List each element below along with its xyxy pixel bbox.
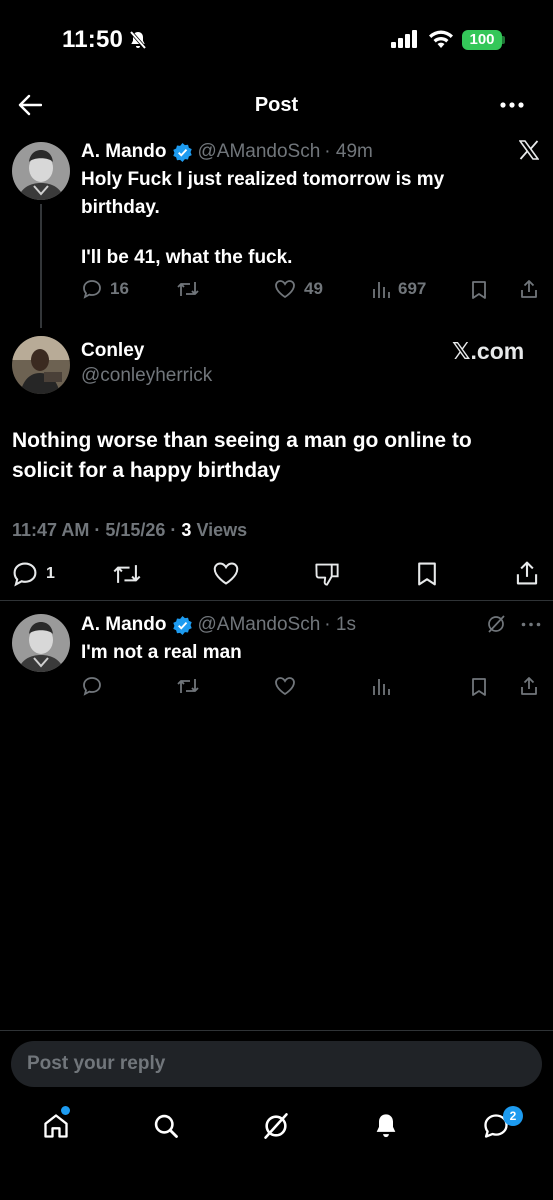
x-com-watermark: 𝕏.com — [452, 338, 525, 364]
tweet-line: birthday. — [81, 197, 160, 218]
tweet-line: Holy Fuck I just realized tomorrow is my — [81, 169, 445, 190]
tweet-time: · 49m — [324, 141, 373, 162]
more-options-icon[interactable] — [500, 102, 524, 108]
tweet-line: Nothing worse than seeing a man go onlin… — [12, 429, 472, 452]
heart-icon[interactable] — [274, 676, 296, 696]
heart-icon[interactable] — [212, 561, 240, 586]
author-name[interactable]: A. Mando — [81, 614, 167, 636]
bookmark-icon[interactable] — [470, 677, 488, 697]
home-notification-dot — [61, 1106, 70, 1115]
reply-count: 1 — [46, 565, 55, 582]
search-icon[interactable] — [152, 1112, 180, 1140]
bell-slash-icon — [128, 30, 148, 50]
grok-icon[interactable] — [262, 1112, 290, 1140]
author-handle[interactable]: @AMandoSch — [198, 141, 321, 163]
like-button[interactable]: 49 — [274, 279, 323, 299]
divider — [0, 1030, 553, 1031]
view-count: 697 — [398, 279, 427, 298]
battery-indicator: 100 — [462, 30, 502, 50]
home-icon[interactable] — [42, 1112, 70, 1140]
repost-icon — [177, 282, 199, 296]
quote-handle-row: @conleyherrick — [81, 365, 212, 387]
divider — [0, 600, 553, 601]
like-count: 49 — [304, 279, 323, 298]
bookmark-icon[interactable] — [415, 561, 439, 587]
reply-count: 16 — [110, 279, 129, 298]
reply-body: I'm not a real man — [81, 642, 242, 663]
quote-author-row: Conley — [81, 340, 144, 362]
analytics-icon[interactable] — [372, 676, 390, 696]
tweet-author-row: A. Mando @AMandoSch · 49m — [81, 141, 373, 163]
reply-placeholder: Post your reply — [27, 1053, 166, 1074]
post-views-count: 3 — [181, 520, 192, 540]
x-logo-icon — [519, 140, 539, 160]
tweet-line: solicit for a happy birthday — [12, 459, 281, 482]
share-icon[interactable] — [519, 279, 539, 299]
repost-icon[interactable] — [113, 562, 141, 586]
share-icon[interactable] — [514, 560, 540, 586]
verified-badge-icon — [172, 615, 192, 635]
main-tweet-body: Nothing worse than seeing a man go onlin… — [12, 426, 542, 486]
grok-icon[interactable] — [486, 614, 506, 634]
reply-input[interactable]: Post your reply — [11, 1041, 542, 1087]
views-button[interactable]: 697 — [372, 279, 426, 299]
reply-icon — [13, 562, 37, 587]
avatar[interactable] — [12, 142, 70, 200]
tweet-body: Holy Fuck I just realized tomorrow is my… — [81, 166, 521, 272]
tweet-time: · 1s — [324, 614, 356, 635]
tweet-spacer — [81, 222, 521, 244]
notifications-bell-icon[interactable] — [372, 1112, 400, 1140]
dislike-icon[interactable] — [314, 561, 340, 587]
status-time: 11:50 — [62, 26, 124, 53]
verified-badge-icon — [172, 142, 192, 162]
page-title: Post — [254, 94, 299, 116]
author-handle[interactable]: @conleyherrick — [81, 365, 212, 387]
cellular-signal-icon — [391, 30, 421, 48]
wifi-icon — [428, 29, 454, 49]
share-icon[interactable] — [519, 676, 539, 696]
post-meta: 11:47 AM · 5/15/26 · 3 Views — [12, 520, 247, 541]
reply-button[interactable]: 16 — [82, 279, 129, 299]
reply-icon — [83, 280, 101, 299]
reply-icon[interactable] — [82, 676, 102, 696]
author-name[interactable]: A. Mando — [81, 141, 167, 163]
repost-icon[interactable] — [177, 677, 199, 695]
thread-line — [40, 204, 42, 328]
reply-author-row: A. Mando @AMandoSch · 1s — [81, 614, 356, 636]
reply-button[interactable]: 1 — [12, 561, 55, 587]
analytics-icon — [373, 282, 390, 298]
bookmark-icon[interactable] — [470, 280, 488, 300]
battery-tip — [502, 36, 505, 44]
heart-icon — [275, 280, 295, 299]
messages-badge: 2 — [503, 1106, 523, 1126]
avatar[interactable] — [12, 614, 70, 672]
post-timestamp: 11:47 AM · 5/15/26 · — [12, 520, 177, 540]
more-options-icon[interactable] — [521, 622, 541, 627]
repost-button[interactable] — [177, 280, 199, 298]
author-name[interactable]: Conley — [81, 340, 144, 362]
avatar[interactable] — [12, 336, 70, 394]
tweet-line: I'll be 41, what the fuck. — [81, 247, 293, 268]
post-views-label: Views — [196, 520, 248, 540]
author-handle[interactable]: @AMandoSch — [198, 614, 321, 636]
